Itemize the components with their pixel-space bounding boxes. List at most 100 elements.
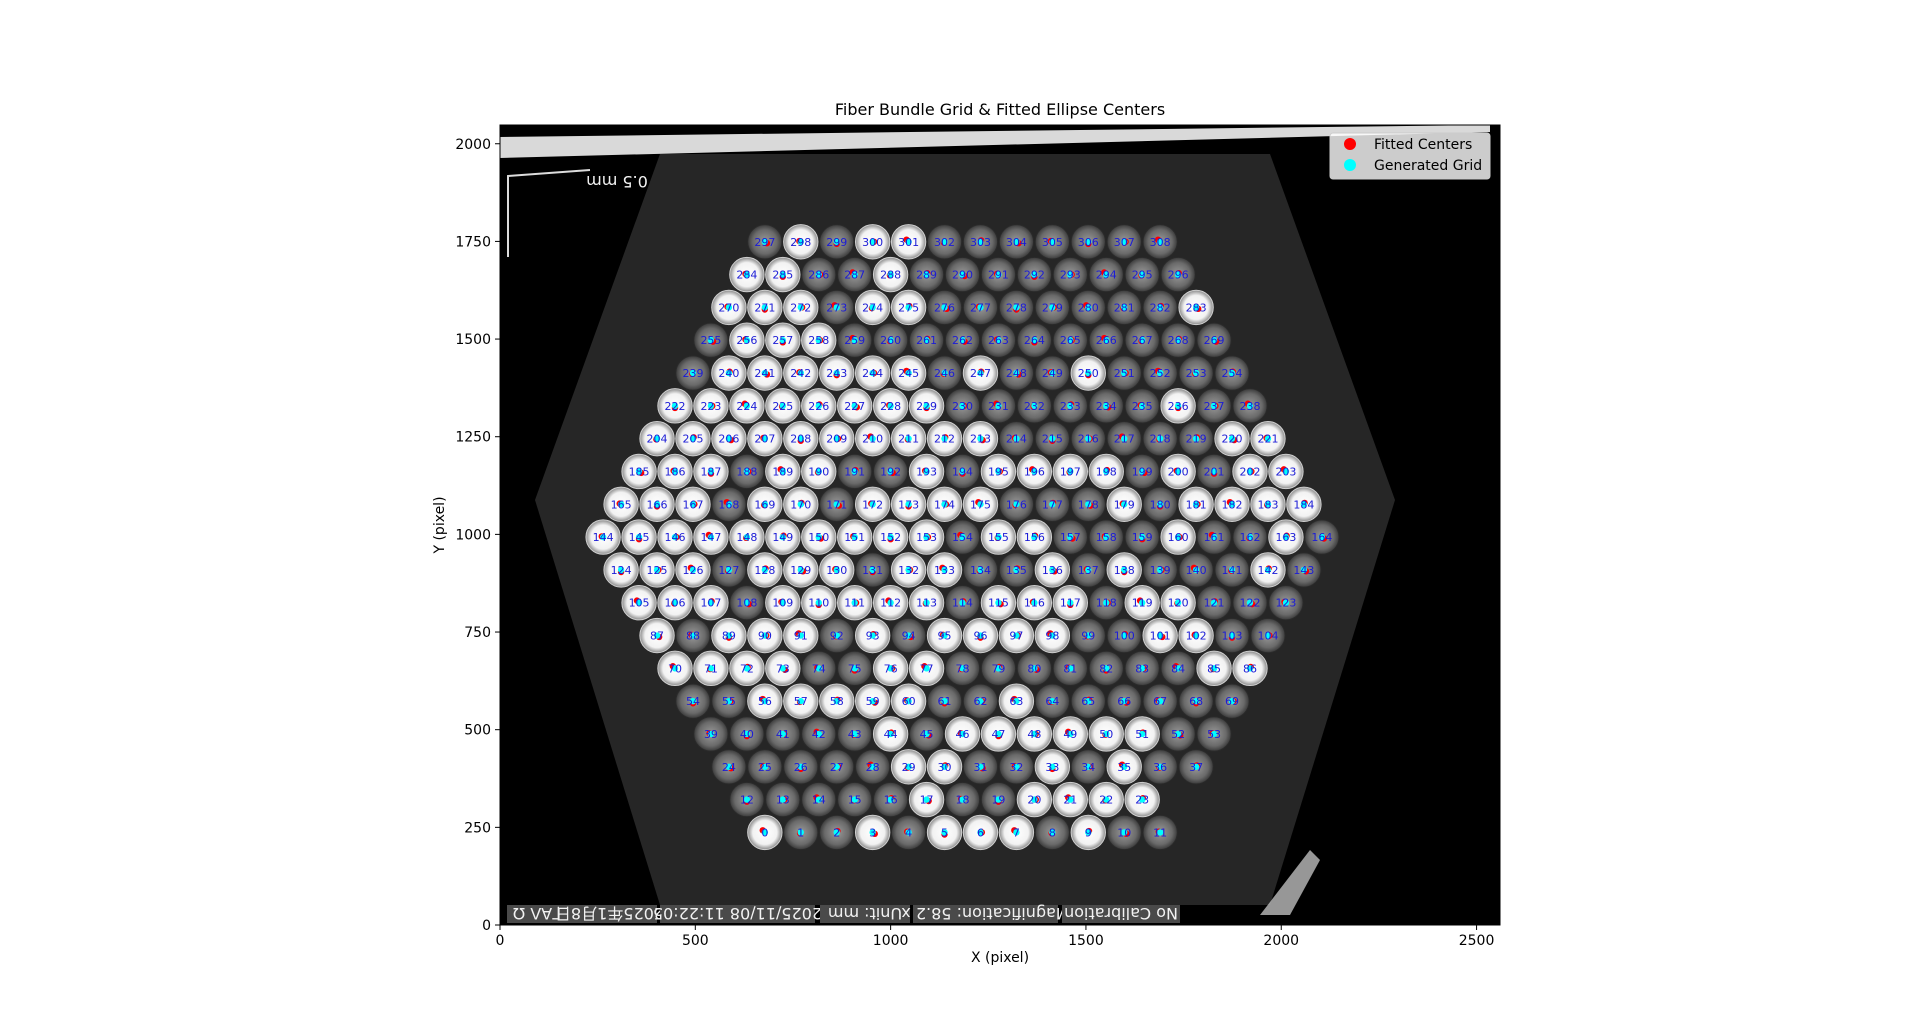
fiber-index-label: 251 bbox=[1114, 367, 1135, 380]
fiber-index-label: 160 bbox=[1168, 531, 1189, 544]
fiber-index-label: 304 bbox=[1006, 236, 1027, 249]
fiber-index-label: 19 bbox=[991, 794, 1005, 807]
fiber-index-label: 119 bbox=[1132, 597, 1153, 610]
fiber-index-label: 167 bbox=[682, 498, 703, 511]
fiber-index-label: 165 bbox=[611, 498, 632, 511]
fiber-index-label: 28 bbox=[866, 761, 880, 774]
fiber-index-label: 210 bbox=[862, 433, 883, 446]
fiber-index-label: 161 bbox=[1204, 531, 1225, 544]
fiber-index-label: 137 bbox=[1078, 564, 1099, 577]
fiber-index-label: 183 bbox=[1257, 498, 1278, 511]
fiber-index-label: 253 bbox=[1186, 367, 1207, 380]
fiber-index-label: 308 bbox=[1150, 236, 1171, 249]
fiber-index-label: 232 bbox=[1024, 400, 1045, 413]
fiber-index-label: 69 bbox=[1225, 695, 1239, 708]
y-tick-label: 1750 bbox=[455, 234, 491, 250]
y-tick-label: 1000 bbox=[455, 527, 491, 543]
fiber-index-label: 11 bbox=[1153, 826, 1167, 839]
status-segment-text: No Calibration bbox=[1064, 904, 1178, 923]
fiber-index-label: 247 bbox=[970, 367, 991, 380]
fiber-index-label: 272 bbox=[790, 301, 811, 314]
fiber-index-label: 65 bbox=[1081, 695, 1095, 708]
fiber-index-label: 44 bbox=[884, 728, 898, 741]
fiber-index-label: 256 bbox=[736, 334, 757, 347]
fiber-index-label: 235 bbox=[1132, 400, 1153, 413]
fiber-index-label: 144 bbox=[593, 531, 614, 544]
fiber-index-label: 190 bbox=[808, 465, 829, 478]
legend-label-generated-grid: Generated Grid bbox=[1374, 158, 1482, 174]
fiber-index-label: 133 bbox=[934, 564, 955, 577]
fiber-index-label: 244 bbox=[862, 367, 883, 380]
fiber-index-label: 98 bbox=[1045, 630, 1059, 643]
fiber-index-label: 1 bbox=[797, 826, 804, 839]
fiber-index-label: 152 bbox=[880, 531, 901, 544]
fiber-index-label: 200 bbox=[1168, 465, 1189, 478]
fiber-index-label: 3 bbox=[869, 826, 876, 839]
fiber-index-label: 67 bbox=[1153, 695, 1167, 708]
fiber-index-label: 275 bbox=[898, 301, 919, 314]
fiber-index-label: 225 bbox=[772, 400, 793, 413]
fiber-index-label: 273 bbox=[826, 301, 847, 314]
fiber-index-label: 289 bbox=[916, 269, 937, 282]
fiber-index-label: 224 bbox=[736, 400, 757, 413]
fiber-index-label: 105 bbox=[629, 597, 650, 610]
y-tick-label: 500 bbox=[464, 723, 491, 739]
fiber-index-label: 31 bbox=[973, 761, 987, 774]
status-segment-text: Magnification: 58.2 x bbox=[901, 904, 1069, 923]
fiber-index-label: 203 bbox=[1275, 465, 1296, 478]
fiber-index-label: 219 bbox=[1186, 433, 1207, 446]
fiber-index-label: 33 bbox=[1045, 761, 1059, 774]
fiber-index-label: 194 bbox=[952, 465, 973, 478]
fiber-index-label: 249 bbox=[1042, 367, 1063, 380]
fiber-index-label: 261 bbox=[916, 334, 937, 347]
fiber-index-label: 290 bbox=[952, 269, 973, 282]
fiber-index-label: 233 bbox=[1060, 400, 1081, 413]
fiber-index-label: 93 bbox=[866, 630, 880, 643]
fiber-index-label: 134 bbox=[970, 564, 991, 577]
fiber-index-label: 53 bbox=[1207, 728, 1221, 741]
fiber-index-label: 269 bbox=[1204, 334, 1225, 347]
figure: Fiber Bundle Grid & Fitted Ellipse Cente… bbox=[432, 100, 1501, 966]
fiber-index-label: 168 bbox=[718, 498, 739, 511]
fiber-index-label: 76 bbox=[884, 662, 898, 675]
legend-label-fitted-centers: Fitted Centers bbox=[1374, 137, 1472, 153]
fiber-index-label: 82 bbox=[1099, 662, 1113, 675]
x-tick-label: 2500 bbox=[1459, 933, 1495, 949]
fiber-index-label: 87 bbox=[650, 630, 664, 643]
fiber-index-label: 276 bbox=[934, 301, 955, 314]
fiber-index-label: 178 bbox=[1078, 498, 1099, 511]
fiber-index-label: 278 bbox=[1006, 301, 1027, 314]
fiber-index-label: 100 bbox=[1114, 630, 1135, 643]
fiber-index-label: 112 bbox=[880, 597, 901, 610]
legend-marker-generated-grid bbox=[1344, 159, 1356, 171]
fiber-index-label: 136 bbox=[1042, 564, 1063, 577]
fiber-index-label: 293 bbox=[1060, 269, 1081, 282]
fiber-index-label: 81 bbox=[1063, 662, 1077, 675]
fiber-index-label: 248 bbox=[1006, 367, 1027, 380]
fiber-index-label: 10 bbox=[1117, 826, 1131, 839]
fiber-index-label: 226 bbox=[808, 400, 829, 413]
status-segment-text: 2025年1月8日 bbox=[555, 904, 664, 923]
fiber-index-label: 298 bbox=[790, 236, 811, 249]
fiber-index-label: 135 bbox=[1006, 564, 1027, 577]
fiber-index-label: 116 bbox=[1024, 597, 1045, 610]
fiber-index-label: 107 bbox=[700, 597, 721, 610]
fiber-index-label: 127 bbox=[718, 564, 739, 577]
fiber-index-label: 108 bbox=[736, 597, 757, 610]
fiber-index-label: 101 bbox=[1150, 630, 1171, 643]
fiber-index-label: 42 bbox=[812, 728, 826, 741]
fiber-index-label: 182 bbox=[1222, 498, 1243, 511]
fiber-index-label: 215 bbox=[1042, 433, 1063, 446]
x-tick-label: 0 bbox=[496, 933, 505, 949]
fiber-index-label: 196 bbox=[1024, 465, 1045, 478]
fiber-index-label: 306 bbox=[1078, 236, 1099, 249]
fiber-index-label: 13 bbox=[776, 794, 790, 807]
fiber-index-label: 117 bbox=[1060, 597, 1081, 610]
fiber-index-label: 184 bbox=[1293, 498, 1314, 511]
fiber-index-label: 222 bbox=[665, 400, 686, 413]
fiber-index-label: 211 bbox=[898, 433, 919, 446]
fiber-index-label: 37 bbox=[1189, 761, 1203, 774]
fiber-index-label: 54 bbox=[686, 695, 700, 708]
fiber-index-label: 195 bbox=[988, 465, 1009, 478]
fiber-index-label: 271 bbox=[754, 301, 775, 314]
